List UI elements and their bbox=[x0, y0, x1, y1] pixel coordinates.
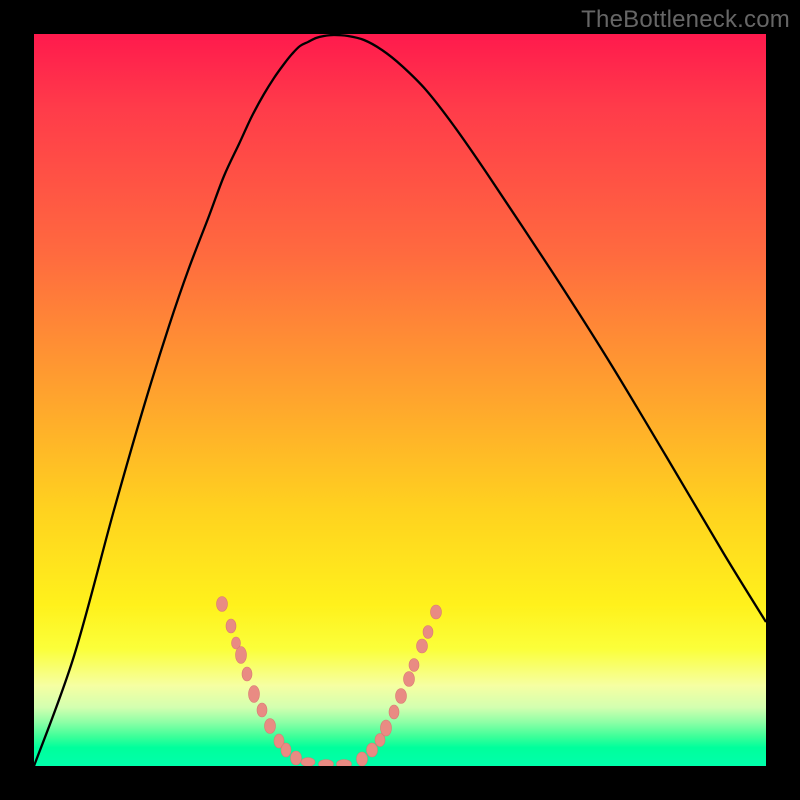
data-marker bbox=[431, 605, 442, 619]
data-marker bbox=[396, 689, 407, 704]
data-marker bbox=[404, 672, 415, 687]
data-marker bbox=[291, 751, 302, 765]
watermark-text: TheBottleneck.com bbox=[581, 6, 790, 34]
bottleneck-curve bbox=[34, 35, 766, 766]
data-marker bbox=[249, 686, 260, 703]
data-marker bbox=[423, 626, 433, 639]
data-marker bbox=[265, 719, 276, 734]
marker-group bbox=[217, 597, 442, 767]
data-marker bbox=[226, 619, 236, 633]
data-marker bbox=[301, 758, 315, 767]
data-marker bbox=[242, 667, 252, 681]
data-marker bbox=[417, 639, 428, 653]
data-marker bbox=[381, 720, 392, 736]
data-marker bbox=[337, 760, 352, 767]
data-marker bbox=[357, 752, 368, 766]
data-marker bbox=[217, 597, 228, 612]
chart-frame: TheBottleneck.com bbox=[0, 0, 800, 800]
data-marker bbox=[409, 659, 419, 672]
curve-svg bbox=[34, 34, 766, 766]
data-marker bbox=[281, 743, 291, 757]
data-marker bbox=[367, 743, 378, 757]
data-marker bbox=[236, 647, 247, 664]
data-marker bbox=[389, 705, 399, 719]
data-marker bbox=[319, 760, 334, 767]
plot-area bbox=[34, 34, 766, 766]
data-marker bbox=[257, 703, 267, 717]
